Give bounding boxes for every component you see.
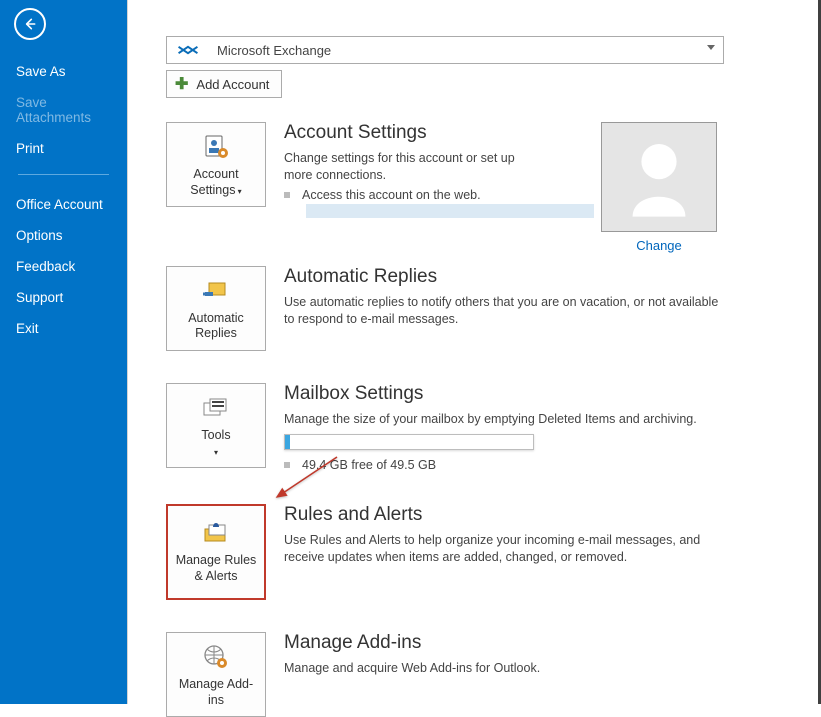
storage-bar [284, 434, 534, 450]
tile-label: Manage Rules & Alerts [172, 553, 260, 584]
tools-tile[interactable]: Tools▾ [166, 383, 266, 468]
rules-icon [172, 519, 260, 547]
section-title: Rules and Alerts [284, 504, 818, 526]
section-manage-addins: Manage Add-ins Manage Add-ins Manage and… [166, 632, 818, 717]
storage-text: 49.4 GB free of 49.5 GB [284, 458, 818, 472]
section-desc: Manage the size of your mailbox by empty… [284, 411, 818, 428]
add-account-label: Add Account [196, 77, 269, 92]
bullet-icon [284, 192, 290, 198]
redacted-email [306, 204, 594, 218]
section-title: Automatic Replies [284, 266, 818, 288]
change-photo-link[interactable]: Change [601, 238, 717, 253]
nav-print[interactable]: Print [0, 133, 127, 164]
section-desc: Use Rules and Alerts to help organize yo… [284, 532, 724, 566]
automatic-replies-tile[interactable]: Automatic Replies [166, 266, 266, 351]
plus-icon: ✚ [175, 74, 188, 94]
nav-options[interactable]: Options [0, 220, 127, 251]
nav-support[interactable]: Support [0, 282, 127, 313]
section-automatic-replies: Automatic Replies Automatic Replies Use … [166, 266, 818, 351]
automatic-replies-icon [171, 277, 261, 305]
section-desc: Manage and acquire Web Add-ins for Outlo… [284, 660, 818, 677]
nav-save-as[interactable]: Save As [0, 56, 127, 87]
section-account-settings: Account Settings ▾ Account Settings Chan… [166, 122, 818, 218]
avatar-column: Change [601, 122, 717, 253]
exchange-icon [177, 42, 199, 58]
section-desc: Use automatic replies to notify others t… [284, 294, 724, 328]
backstage-sidebar: Save As Save Attachments Print Office Ac… [0, 0, 127, 704]
person-icon [626, 137, 692, 217]
section-title: Account Settings [284, 122, 818, 144]
account-settings-tile[interactable]: Account Settings ▾ [166, 122, 266, 207]
section-desc: Change settings for this account or set … [284, 150, 544, 184]
arrow-left-icon [22, 16, 38, 32]
section-mailbox-settings: Tools▾ Mailbox Settings Manage the size … [166, 383, 818, 472]
nav-separator [18, 174, 109, 175]
tile-label: Automatic Replies [171, 311, 261, 342]
section-title: Manage Add-ins [284, 632, 818, 654]
tools-icon [171, 394, 261, 422]
web-access-link[interactable]: Access this account on the web. [284, 188, 818, 202]
manage-addins-tile[interactable]: Manage Add-ins [166, 632, 266, 717]
back-button[interactable] [14, 8, 46, 40]
tile-label: Account Settings ▾ [171, 167, 261, 198]
tile-label: Tools▾ [171, 428, 261, 459]
storage-fill [285, 435, 290, 449]
chevron-down-icon [707, 45, 715, 50]
avatar-placeholder [601, 122, 717, 232]
manage-rules-tile[interactable]: Manage Rules & Alerts [166, 504, 266, 600]
bullet-icon [284, 462, 290, 468]
account-picker-label: Microsoft Exchange [217, 43, 331, 58]
nav-feedback[interactable]: Feedback [0, 251, 127, 282]
addins-icon [171, 643, 261, 671]
nav-save-attachments: Save Attachments [0, 87, 127, 133]
main-content: Microsoft Exchange ✚ Add Account Account… [127, 0, 821, 704]
nav-office-account[interactable]: Office Account [0, 189, 127, 220]
section-rules-alerts: Manage Rules & Alerts Rules and Alerts U… [166, 504, 818, 600]
add-account-button[interactable]: ✚ Add Account [166, 70, 282, 98]
nav-exit[interactable]: Exit [0, 313, 127, 344]
account-settings-icon [171, 133, 261, 161]
section-title: Mailbox Settings [284, 383, 818, 405]
account-picker[interactable]: Microsoft Exchange [166, 36, 724, 64]
